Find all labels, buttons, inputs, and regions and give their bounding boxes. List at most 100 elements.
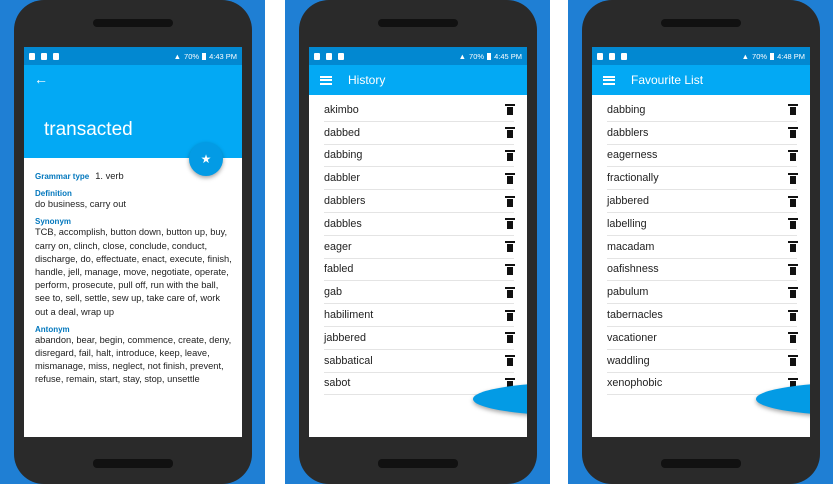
trash-icon[interactable]: [788, 218, 798, 230]
notification-icon: [314, 52, 320, 60]
antonym-label: Antonym: [35, 324, 70, 334]
phone-frame: ▲ 70% 4:45 PM History akimbo dabbed dabbin…: [299, 0, 537, 484]
trash-icon[interactable]: [505, 355, 515, 367]
list-item[interactable]: dabbed: [324, 122, 515, 145]
download-icon: [53, 52, 59, 60]
battery-percent: 70%: [184, 51, 200, 61]
menu-icon[interactable]: [320, 75, 332, 85]
trash-icon[interactable]: [505, 195, 515, 207]
list-item-word: xenophobic: [607, 377, 663, 390]
app-screen: ▲ 70% 4:43 PM ← transacted ★ Grammar typ…: [24, 47, 242, 437]
app-bar: History: [309, 65, 527, 95]
antonym-text: abandon, bear, begin, commence, create, …: [35, 334, 232, 385]
trash-icon[interactable]: [505, 104, 515, 116]
trash-icon[interactable]: [505, 332, 515, 344]
trash-icon[interactable]: [505, 263, 515, 275]
app-bar: Favourite List: [592, 65, 810, 95]
list-item[interactable]: sabbatical: [324, 350, 515, 373]
list-item-word: dabbles: [324, 217, 362, 230]
battery-percent: 70%: [469, 51, 485, 61]
list-item-word: dabbler: [324, 172, 361, 185]
speaker-grille: [378, 459, 458, 468]
list-item-word: fractionally: [607, 172, 659, 185]
notification-icon: [597, 52, 603, 60]
list-item[interactable]: dabbing: [324, 145, 515, 168]
trash-icon[interactable]: [788, 149, 798, 161]
list-item[interactable]: dabbler: [324, 167, 515, 191]
list-item[interactable]: fractionally: [607, 167, 798, 191]
trash-icon[interactable]: [505, 149, 515, 161]
list-item[interactable]: macadam: [607, 236, 798, 259]
list-item-word: eager: [324, 240, 352, 253]
list-item[interactable]: pabulum: [607, 281, 798, 305]
trash-icon[interactable]: [505, 127, 515, 139]
page-title: History: [348, 73, 386, 87]
trash-icon[interactable]: [505, 241, 515, 253]
list-item-word: vacationer: [607, 331, 657, 344]
trash-icon[interactable]: [788, 355, 798, 367]
list-item[interactable]: tabernacles: [607, 304, 798, 327]
list-item-word: tabernacles: [607, 309, 663, 322]
trash-icon[interactable]: [788, 263, 798, 275]
trash-icon[interactable]: [788, 286, 798, 298]
grammar-type-value: 1. verb: [95, 171, 124, 181]
trash-icon[interactable]: [788, 104, 798, 116]
trash-icon[interactable]: [788, 241, 798, 253]
list-item-word: macadam: [607, 240, 655, 253]
list-item[interactable]: dabblers: [607, 122, 798, 145]
trash-icon[interactable]: [505, 218, 515, 230]
list-item-word: fabled: [324, 263, 354, 276]
list-item[interactable]: jabbered: [607, 190, 798, 213]
usb-icon: [326, 52, 332, 60]
status-time: 4:45 PM: [494, 51, 522, 61]
list-item-word: gab: [324, 286, 343, 299]
status-time: 4:48 PM: [777, 51, 805, 61]
list-item[interactable]: labelling: [607, 213, 798, 236]
list-item[interactable]: oafishness: [607, 259, 798, 282]
app-screen: ▲ 70% 4:48 PM Favourite List dabbing dabb…: [592, 47, 810, 437]
download-icon: [621, 52, 627, 60]
list-item[interactable]: waddling: [607, 350, 798, 373]
page-title: Favourite List: [631, 73, 704, 87]
trash-icon[interactable]: [788, 195, 798, 207]
trash-icon[interactable]: [788, 332, 798, 344]
list-item[interactable]: dabbles: [324, 213, 515, 236]
list-item[interactable]: fabled: [324, 259, 515, 282]
status-time: 4:43 PM: [209, 51, 237, 61]
phone-frame: ▲ 70% 4:48 PM Favourite List dabbing dabb…: [582, 0, 820, 484]
list-item-word: dabbing: [607, 103, 646, 116]
trash-icon[interactable]: [505, 286, 515, 298]
app-screen: ▲ 70% 4:45 PM History akimbo dabbed dabbin…: [309, 47, 527, 437]
list-item[interactable]: akimbo: [324, 99, 515, 122]
list-item[interactable]: eagerness: [607, 145, 798, 168]
speaker-grille: [378, 19, 458, 27]
speaker-grille: [661, 19, 741, 27]
list-item[interactable]: dabblers: [324, 190, 515, 213]
trash-icon[interactable]: [788, 172, 798, 184]
usb-icon: [609, 52, 615, 60]
list-item[interactable]: jabbered: [324, 327, 515, 350]
grammar-type-label: Grammar type: [35, 172, 90, 181]
speaker-grille: [93, 459, 173, 468]
list-item[interactable]: habiliment: [324, 304, 515, 327]
list-item-word: dabblers: [324, 195, 366, 208]
trash-icon[interactable]: [505, 309, 515, 321]
list-item[interactable]: vacationer: [607, 327, 798, 350]
trash-icon[interactable]: [505, 172, 515, 184]
status-bar: ▲ 70% 4:48 PM: [592, 47, 810, 65]
word-title: transacted: [44, 119, 133, 140]
list-item[interactable]: dabbing: [607, 99, 798, 122]
trash-icon[interactable]: [788, 127, 798, 139]
usb-icon: [41, 52, 47, 60]
list-item-word: sabot: [324, 377, 351, 390]
menu-icon[interactable]: [603, 75, 615, 85]
screenshot-history: ▲ 70% 4:45 PM History akimbo dabbed dabbin…: [285, 0, 550, 484]
trash-icon[interactable]: [788, 309, 798, 321]
signal-icon: ▲: [741, 51, 750, 61]
list-item[interactable]: gab: [324, 281, 515, 305]
favourite-list: dabbing dabblers eagerness fractionally jabb…: [592, 95, 810, 396]
back-arrow-icon[interactable]: ←: [34, 71, 48, 87]
list-item-word: oafishness: [607, 263, 659, 276]
list-item[interactable]: eager: [324, 236, 515, 259]
history-list: akimbo dabbed dabbing dabbler dabblers dabble…: [309, 95, 527, 396]
